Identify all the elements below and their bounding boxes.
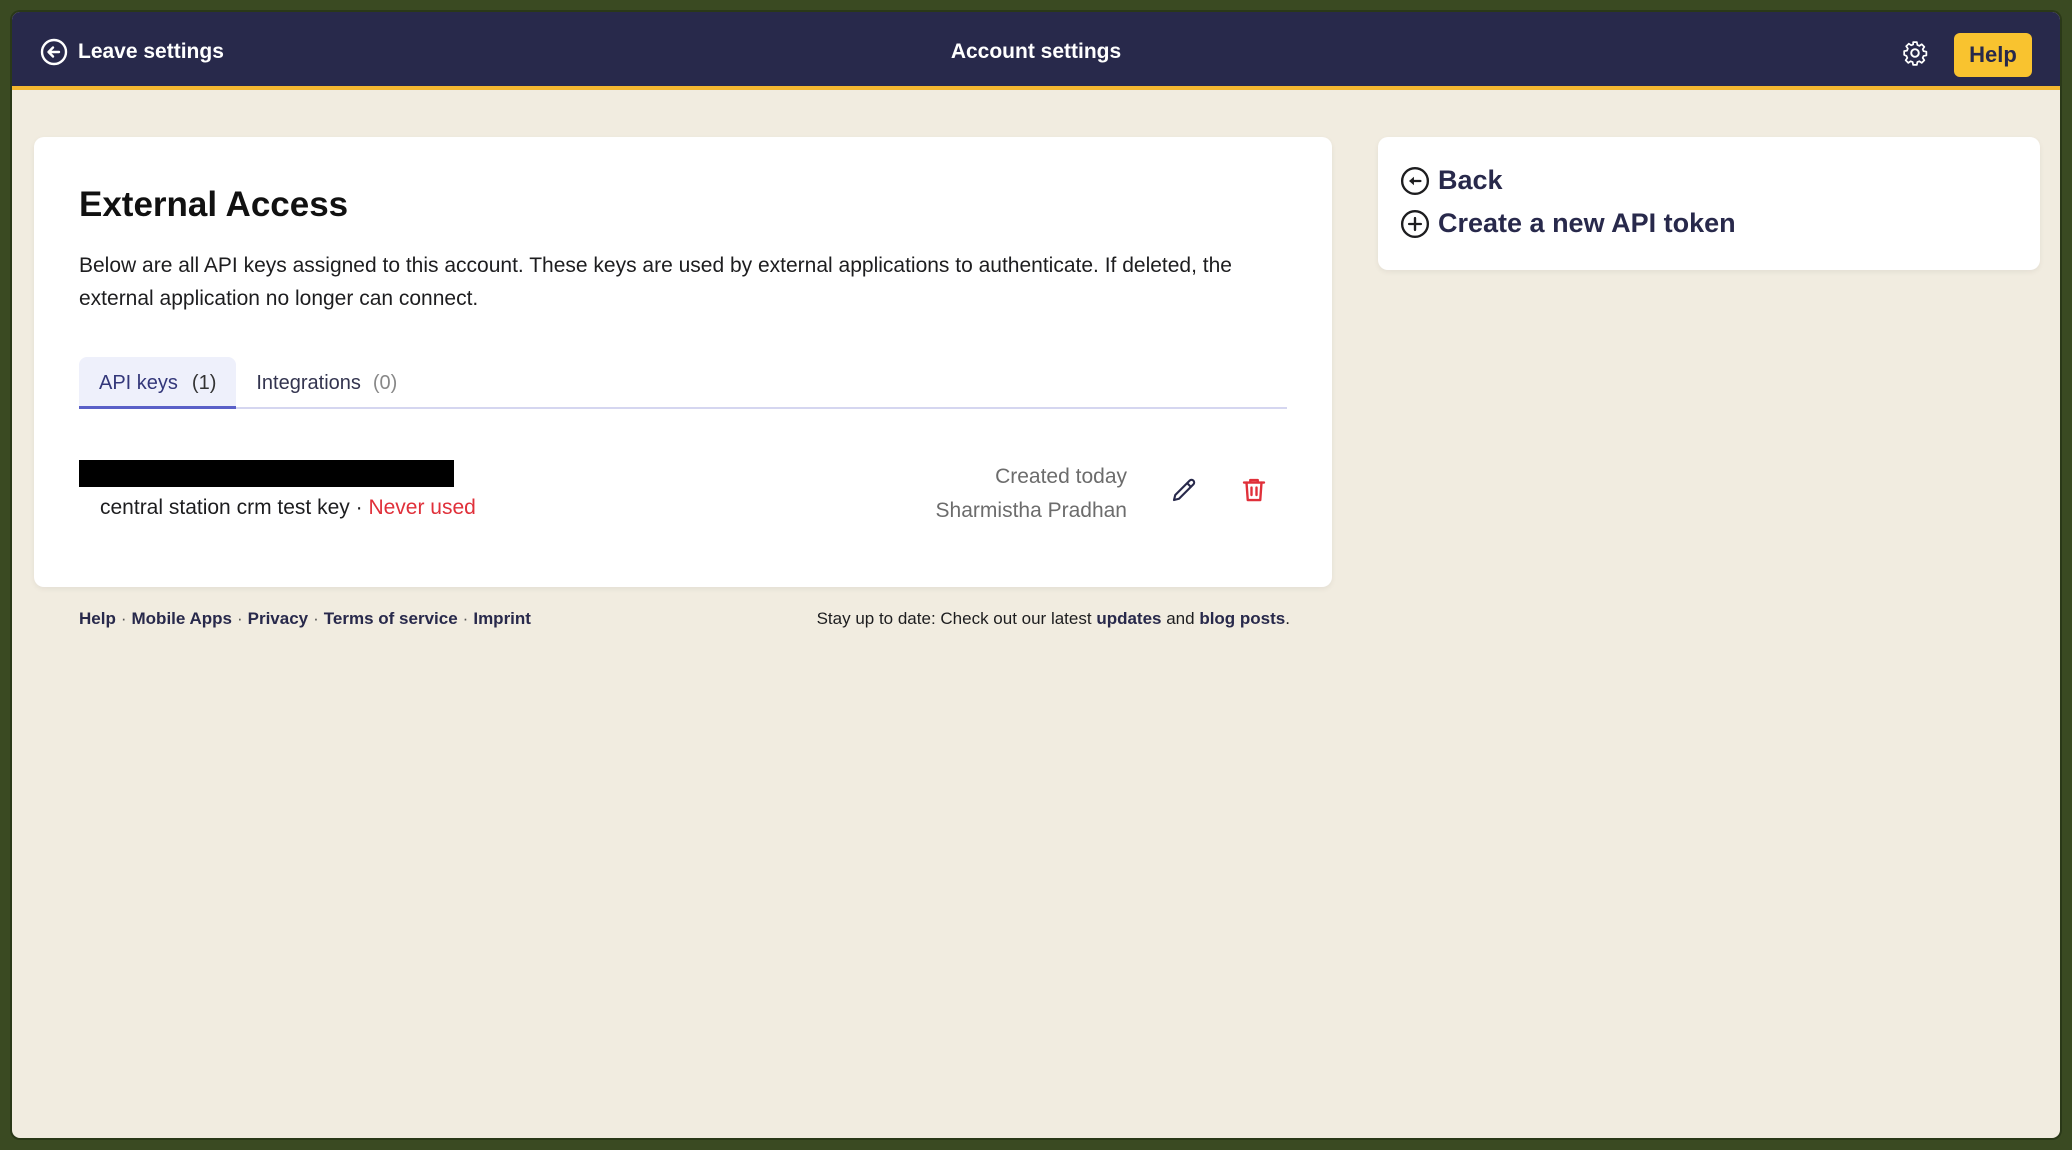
tab-count: (0) — [372, 372, 398, 394]
create-api-token-label: Create a new API token — [1438, 208, 1736, 238]
footer-links: Help · Mobile Apps · Privacy · Terms of servic… — [79, 609, 531, 628]
delete-button[interactable] — [1239, 475, 1269, 510]
tab-bar: API keys (1) Integrations (0) — [79, 357, 1287, 409]
tab-count: (1) — [191, 372, 217, 394]
plus-circle-icon — [1400, 209, 1430, 238]
api-key-name: central station crm test key — [100, 496, 350, 519]
footer-link-mobile-apps[interactable]: Mobile Apps — [132, 609, 232, 628]
external-access-card: External Access Below are all API keys a… — [34, 137, 1332, 587]
back-label: Back — [1438, 165, 1503, 195]
footer-link-imprint[interactable]: Imprint — [473, 609, 531, 628]
top-bar: Leave settings Account settings Help — [12, 12, 2060, 90]
pencil-icon — [1172, 478, 1196, 502]
trash-icon — [1242, 478, 1266, 502]
and-text: and — [1161, 609, 1200, 628]
footer-link-privacy[interactable]: Privacy — [248, 609, 309, 628]
api-key-meta: Created today Sharmistha Pradhan — [936, 460, 1127, 528]
blog-posts-link[interactable]: blog posts — [1199, 609, 1285, 628]
help-button[interactable]: Help — [1954, 33, 2032, 77]
section-description: Below are all API keys assigned to this … — [79, 254, 1232, 310]
gear-icon[interactable] — [1902, 40, 1928, 71]
updates-link[interactable]: updates — [1096, 609, 1161, 628]
back-button[interactable]: Back — [1400, 165, 1503, 196]
arrow-left-circle-icon — [1400, 166, 1430, 195]
create-api-token-button[interactable]: Create a new API token — [1400, 208, 1736, 239]
redacted-key-value — [79, 460, 454, 487]
page-title: Account settings — [950, 40, 1122, 63]
tab-api-keys[interactable]: API keys (1) — [79, 357, 237, 409]
api-key-info: central station crm test key · Never use… — [100, 496, 476, 520]
edit-button[interactable] — [1169, 475, 1199, 510]
separator: · — [349, 496, 369, 519]
app-window: Leave settings Account settings Help Ext… — [12, 12, 2060, 1138]
api-key-usage: Never used — [368, 496, 476, 519]
footer-updates: Stay up to date: Check out our latest up… — [817, 609, 1290, 629]
updates-text: Stay up to date: Check out our latest — [816, 609, 1097, 628]
tab-label: Integrations — [256, 372, 361, 394]
created-date: Created today — [995, 465, 1127, 488]
section-title: External Access — [79, 185, 349, 224]
tab-label: API keys — [99, 372, 178, 394]
period: . — [1285, 609, 1290, 628]
footer-link-help[interactable]: Help — [79, 609, 116, 628]
actions-card: Back Create a new API token — [1378, 137, 2040, 270]
key-owner: Sharmistha Pradhan — [935, 499, 1127, 522]
footer-link-terms[interactable]: Terms of service — [324, 609, 458, 628]
tab-integrations[interactable]: Integrations (0) — [236, 357, 417, 409]
